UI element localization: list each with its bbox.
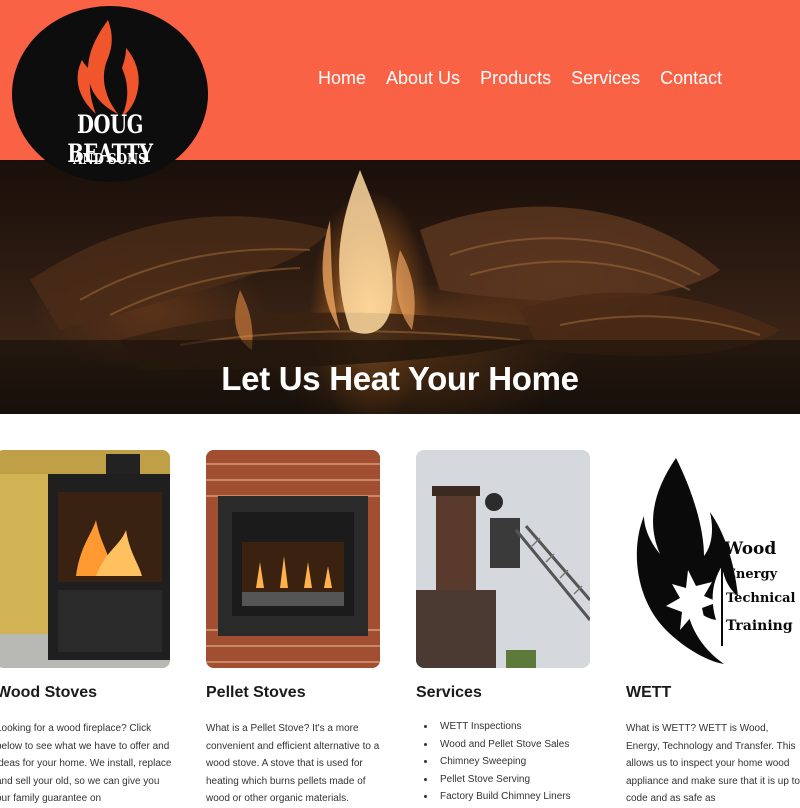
wett-word-energy: Energy (726, 567, 778, 582)
nav-services[interactable]: Services (571, 68, 640, 89)
chimney-image (416, 450, 590, 668)
card-text: What is a Pellet Stove? It's a more conv… (206, 723, 380, 804)
nav-contact[interactable]: Contact (660, 68, 722, 89)
card-title: Wood Stoves (0, 684, 98, 701)
nav-about-us[interactable]: About Us (386, 68, 460, 89)
list-item: Factory Build Chimney Liners (436, 788, 606, 806)
nav-home[interactable]: Home (318, 68, 366, 89)
hero-banner: Let Us Heat Your Home (0, 160, 800, 414)
site-header: DOUG BEATTY AND SONS Home About Us Produ… (0, 0, 800, 182)
list-item: Wood and Pellet Stove Sales (436, 736, 606, 754)
card-text: What is WETT? WETT is Wood, Energy, Tech… (626, 723, 800, 804)
main-nav: Home About Us Products Services Contact (318, 68, 742, 89)
list-item: Chimney Sweeping (436, 753, 606, 771)
brand-subtitle: AND SONS (73, 150, 147, 168)
card-services[interactable]: Services WETT Inspections Wood and Pelle… (416, 450, 596, 802)
pellet-stove-image (206, 450, 380, 668)
wood-stove-image (0, 450, 170, 668)
card-wett[interactable]: Wood Energy Technical Training WETT What… (626, 450, 800, 804)
wett-word-technical: Technical (726, 591, 796, 606)
card-title: WETT (626, 684, 672, 701)
card-title: Pellet Stoves (206, 684, 306, 701)
list-item: WETT Inspections (436, 718, 606, 736)
brand-logo[interactable]: DOUG BEATTY AND SONS (12, 6, 208, 182)
card-pellet-stoves[interactable]: Pellet Stoves What is a Pellet Stove? It… (206, 450, 386, 804)
services-photo[interactable] (416, 450, 590, 668)
card-title: Services (416, 684, 482, 701)
list-item: Pellet Stove Serving (436, 771, 606, 789)
wett-flame-icon: Wood Energy Technical Training (636, 458, 796, 664)
wood-stove-photo[interactable] (0, 450, 170, 668)
card-wood-stoves[interactable]: Wood Stoves Looking for a wood fireplace… (0, 450, 176, 804)
wett-logo[interactable]: Wood Energy Technical Training (626, 450, 800, 668)
flame-logo-icon (77, 20, 139, 116)
wett-word-training: Training (726, 618, 793, 634)
hero-title: Let Us Heat Your Home (221, 360, 579, 397)
nav-products[interactable]: Products (480, 68, 551, 89)
pellet-stove-photo[interactable] (206, 450, 380, 668)
services-list: WETT Inspections Wood and Pellet Stove S… (436, 718, 606, 806)
wett-word-wood: Wood (723, 539, 776, 559)
card-text: Looking for a wood fireplace? Click belo… (0, 723, 172, 804)
